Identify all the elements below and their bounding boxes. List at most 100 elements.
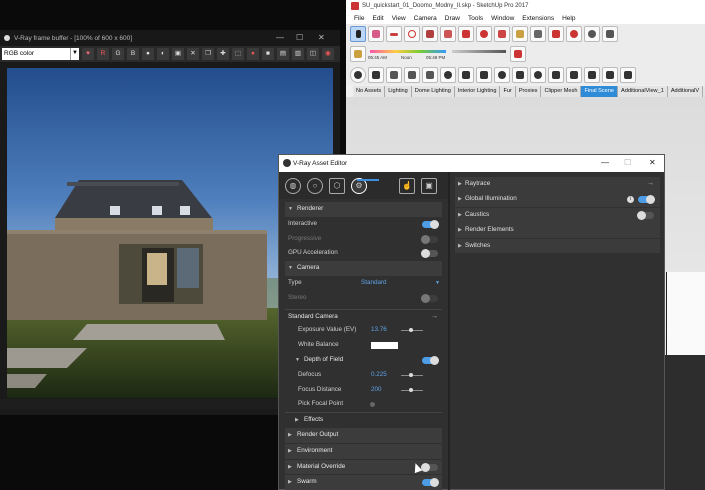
section-renderer[interactable]: ▼ Renderer (285, 202, 442, 217)
defocus-slider[interactable] (401, 372, 423, 377)
sun-settings-icon[interactable] (510, 46, 526, 62)
interactive-toggle[interactable] (422, 219, 439, 229)
vray-render-icon[interactable] (350, 66, 366, 83)
menu-view[interactable]: View (392, 15, 406, 22)
vray-fur-icon[interactable] (602, 66, 618, 83)
section-swarm[interactable]: ▶ Swarm (285, 475, 442, 490)
vray-batch-render-icon[interactable] (422, 66, 438, 83)
progressive-toggle[interactable] (421, 234, 438, 244)
paint-bucket-tool-icon[interactable] (548, 26, 564, 42)
shadows-toggle-icon[interactable] (350, 46, 366, 62)
clear-image-icon[interactable]: ✕ (187, 48, 199, 60)
global-illumination-toggle[interactable] (638, 195, 655, 205)
exposure-slider[interactable] (401, 328, 423, 333)
render-interactive-icon[interactable]: ☝ (399, 177, 415, 194)
tab-fur[interactable]: Fur (500, 86, 516, 97)
section-global-illumination[interactable]: ▶ Global Illumination i (455, 192, 660, 208)
maximize-icon[interactable]: ☐ (296, 33, 303, 42)
panel-splitter[interactable] (448, 172, 450, 490)
channel-select[interactable]: RGB color ▼ (2, 48, 79, 60)
arc-tool-icon[interactable] (404, 26, 420, 42)
focus-distance-field[interactable]: 200 (371, 383, 382, 398)
render-icon[interactable]: ◉ (322, 48, 334, 60)
close-icon[interactable]: ✕ (318, 33, 325, 42)
menu-edit[interactable]: Edit (372, 15, 383, 22)
menu-window[interactable]: Window (491, 15, 514, 22)
vray-asset-editor-icon[interactable] (404, 66, 420, 83)
stereo-toggle[interactable] (421, 293, 438, 303)
save-image-icon[interactable]: ▣ (172, 48, 184, 60)
sun-date-slider[interactable] (450, 46, 508, 62)
menu-file[interactable]: File (354, 15, 364, 22)
vray-sphere-light-icon[interactable] (494, 66, 510, 83)
section-render-output[interactable]: ▶ Render Output (285, 427, 442, 443)
info-icon[interactable]: i (627, 196, 634, 204)
vray-geometry-icon[interactable] (458, 66, 474, 83)
tab-lighting[interactable]: Lighting (385, 86, 412, 97)
menu-camera[interactable]: Camera (414, 15, 437, 22)
material-override-toggle[interactable] (421, 462, 438, 472)
section-standard-camera[interactable]: Standard Camera → (285, 308, 442, 324)
push-pull-tool-icon[interactable] (440, 26, 456, 42)
tab-proxies[interactable]: Proxies (516, 86, 542, 97)
blue-channel-button[interactable]: B (127, 48, 139, 60)
frame-buffer-icon[interactable]: ▣ (421, 177, 437, 194)
vray-interactive-render-icon[interactable] (368, 66, 384, 83)
section-camera[interactable]: ▼ Camera (285, 261, 442, 276)
gpu-acceleration-toggle[interactable] (421, 249, 438, 259)
menu-help[interactable]: Help (562, 15, 575, 22)
history-icon[interactable]: ♥ (82, 48, 94, 60)
vray-clipper-icon[interactable] (620, 66, 636, 83)
defocus-field[interactable]: 0.225 (371, 368, 387, 383)
section-render-elements[interactable]: ▶ Render Elements (455, 223, 660, 238)
scale-tool-icon[interactable] (494, 26, 510, 42)
vray-proxy-icon[interactable] (584, 66, 600, 83)
geometry-icon[interactable]: ⬡ (329, 177, 345, 194)
move-tool-icon[interactable] (458, 26, 474, 42)
vray-omni-light-icon[interactable] (548, 66, 564, 83)
vray-frame-buffer-icon[interactable] (386, 66, 402, 83)
tab-dome-lighting[interactable]: Dome Lighting (412, 86, 455, 97)
tab-clipper-mesh[interactable]: Clipper Mesh (541, 86, 582, 97)
minimize-icon[interactable]: — (276, 33, 284, 42)
lights-icon[interactable]: ○ (307, 177, 323, 194)
red-channel-button[interactable]: R (97, 48, 109, 60)
vray-mesh-light-icon[interactable] (476, 66, 492, 83)
tab-interior-lighting[interactable]: Interior Lighting (455, 86, 501, 97)
tab-final-scene[interactable]: Final Scene (581, 86, 618, 97)
mono-icon[interactable]: ◐ (157, 48, 169, 60)
alpha-channel-icon[interactable]: ● (142, 48, 154, 60)
section-switches[interactable]: ▶ Switches (455, 238, 660, 254)
eraser-tool-icon[interactable] (368, 26, 384, 42)
correction-icon[interactable]: ▤ (277, 48, 289, 60)
section-environment[interactable]: ▶ Environment (285, 443, 442, 459)
section-effects[interactable]: ▶ Effects (285, 412, 442, 427)
materials-icon[interactable]: ◍ (285, 177, 301, 194)
depth-of-field-toggle[interactable] (422, 355, 439, 365)
tab-additional-view-1[interactable]: AdditionalView_1 (618, 86, 668, 97)
white-balance-swatch[interactable] (371, 342, 398, 350)
track-mouse-icon[interactable]: ✚ (217, 48, 229, 60)
focus-distance-slider[interactable] (401, 387, 423, 392)
pick-focal-point-button[interactable] (370, 402, 375, 408)
pencil-tool-icon[interactable] (386, 26, 402, 42)
caustics-toggle[interactable] (637, 210, 654, 220)
zoom-tool-icon[interactable] (584, 26, 600, 42)
render-last-icon[interactable]: ● (247, 48, 259, 60)
camera-type-select[interactable]: Standard (361, 276, 387, 291)
sun-time-slider[interactable]: 05:45 AM Noon 05:48 PM (368, 46, 448, 62)
tab-no-assets[interactable]: No Assets (353, 86, 386, 97)
section-depth-of-field[interactable]: ▼ Depth of Field (285, 353, 442, 368)
tab-additional-view-2[interactable]: AdditionalV (668, 86, 704, 97)
stop-render-icon[interactable]: ■ (262, 48, 274, 60)
duplicate-icon[interactable]: ❐ (202, 48, 214, 60)
vray-material-icon[interactable] (440, 66, 456, 83)
vray-infinite-plane-icon[interactable] (566, 66, 582, 83)
tape-measure-tool-icon[interactable] (512, 26, 528, 42)
menu-tools[interactable]: Tools (468, 15, 483, 22)
rotate-tool-icon[interactable] (476, 26, 492, 42)
section-caustics[interactable]: ▶ Caustics (455, 207, 660, 223)
vray-dome-light-icon[interactable] (530, 66, 546, 83)
select-tool-icon[interactable] (350, 26, 366, 42)
walk-tool-icon[interactable] (602, 26, 618, 42)
